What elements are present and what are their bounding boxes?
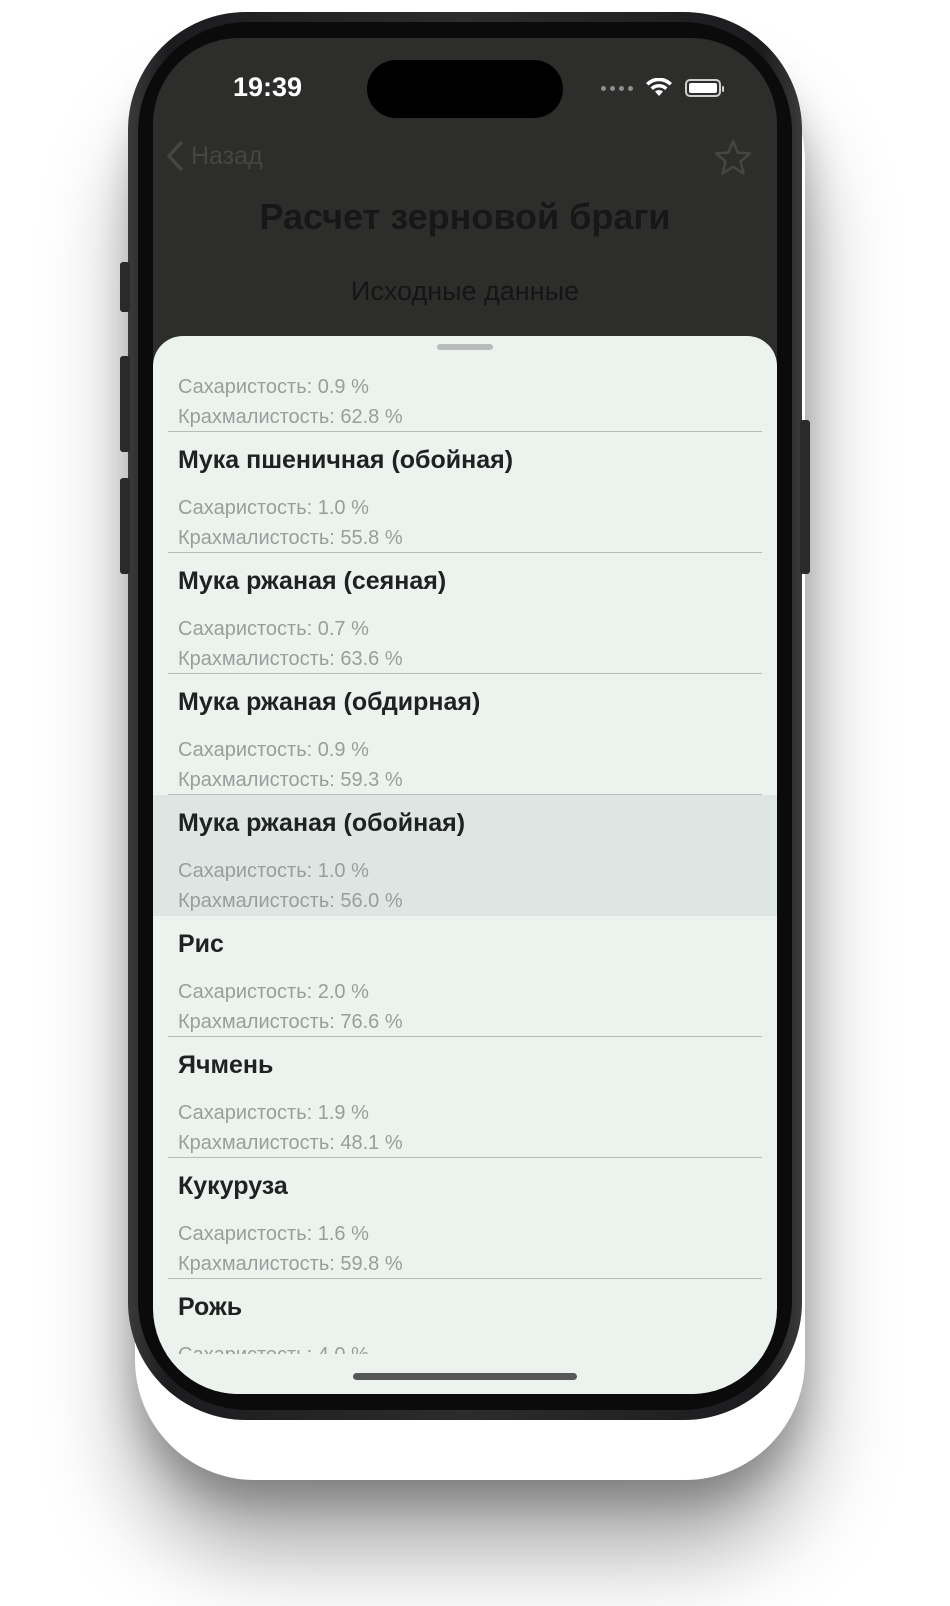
dynamic-island <box>367 60 563 118</box>
item-title: Мука ржаная (обойная) <box>178 809 466 837</box>
item-starch: Крахмалистость: 63.6 % <box>178 648 403 670</box>
device-mockup: 19:39 Назад Расчет зерновой браги Исходн… <box>0 0 950 1606</box>
item-title: Ячмень <box>178 1051 274 1079</box>
list-item[interactable]: Мука пшеничная (обойная) Сахаристость: 1… <box>153 432 777 553</box>
page-title: Расчет зерновой браги <box>259 196 671 237</box>
back-button[interactable]: Назад <box>165 140 263 172</box>
item-sugar: Сахаристость: 1.6 % <box>178 1223 369 1245</box>
item-starch: Крахмалистость: 59.3 % <box>178 769 403 791</box>
item-sugar: Сахаристость: 2.0 % <box>178 981 369 1003</box>
home-indicator[interactable] <box>353 1373 577 1380</box>
item-sugar: Сахаристость: 0.9 % <box>178 376 369 398</box>
list-item[interactable]: Кукуруза Сахаристость: 1.6 % Крахмалисто… <box>153 1158 777 1279</box>
item-sugar: Сахаристость: 0.7 % <box>178 618 369 640</box>
item-title: Рис <box>178 930 224 958</box>
item-title: Мука ржаная (сеяная) <box>178 567 447 595</box>
favorite-button[interactable] <box>713 138 753 183</box>
item-starch: Крахмалистость: 76.6 % <box>178 1011 403 1033</box>
silent-switch <box>120 262 130 312</box>
item-title: Рожь <box>178 1293 243 1321</box>
star-icon <box>714 139 752 175</box>
chevron-left-icon <box>167 141 183 171</box>
item-starch: Крахмалистость: 48.1 % <box>178 1132 403 1154</box>
list-item[interactable]: Рис Сахаристость: 2.0 % Крахмалистость: … <box>153 916 777 1037</box>
item-title: Мука ржаная (обдирная) <box>178 688 481 716</box>
status-icons <box>601 78 724 98</box>
item-sugar: Сахаристость: 1.0 % <box>178 860 369 882</box>
item-title: Кукуруза <box>178 1172 288 1200</box>
list-item[interactable]: Сахаристость: 0.9 % Крахмалистость: 62.8… <box>153 336 777 432</box>
list-item[interactable]: Мука ржаная (обдирная) Сахаристость: 0.9… <box>153 674 777 795</box>
item-sugar: Сахаристость: 0.9 % <box>178 739 369 761</box>
list-item-selected[interactable]: Мука ржаная (обойная) Сахаристость: 1.0 … <box>153 795 777 916</box>
list-item[interactable]: Ячмень Сахаристость: 1.9 % Крахмалистост… <box>153 1037 777 1158</box>
wifi-icon <box>646 78 672 96</box>
item-starch: Крахмалистость: 62.8 % <box>178 406 403 428</box>
item-starch: Крахмалистость: 55.8 % <box>178 527 403 549</box>
volume-down-button <box>120 478 130 574</box>
grain-picker-sheet[interactable]: Сахаристость: 0.9 % Крахмалистость: 62.8… <box>153 336 777 1394</box>
sheet-grabber[interactable] <box>437 344 493 350</box>
battery-icon <box>685 79 724 97</box>
item-title: Мука пшеничная (обойная) <box>178 446 514 474</box>
screen: 19:39 Назад Расчет зерновой браги Исходн… <box>153 38 777 1394</box>
status-time: 19:39 <box>233 72 303 102</box>
item-sugar: Сахаристость: 1.9 % <box>178 1102 369 1124</box>
item-sugar: Сахаристость: 1.0 % <box>178 497 369 519</box>
back-label: Назад <box>191 141 263 170</box>
item-starch: Крахмалистость: 59.8 % <box>178 1253 403 1275</box>
list-item[interactable]: Мука ржаная (сеяная) Сахаристость: 0.7 %… <box>153 553 777 674</box>
item-starch: Крахмалистость: 56.0 % <box>178 890 403 912</box>
section-title: Исходные данные <box>350 276 580 306</box>
power-button <box>800 420 810 574</box>
cellular-signal-icon <box>601 85 633 91</box>
volume-up-button <box>120 356 130 452</box>
